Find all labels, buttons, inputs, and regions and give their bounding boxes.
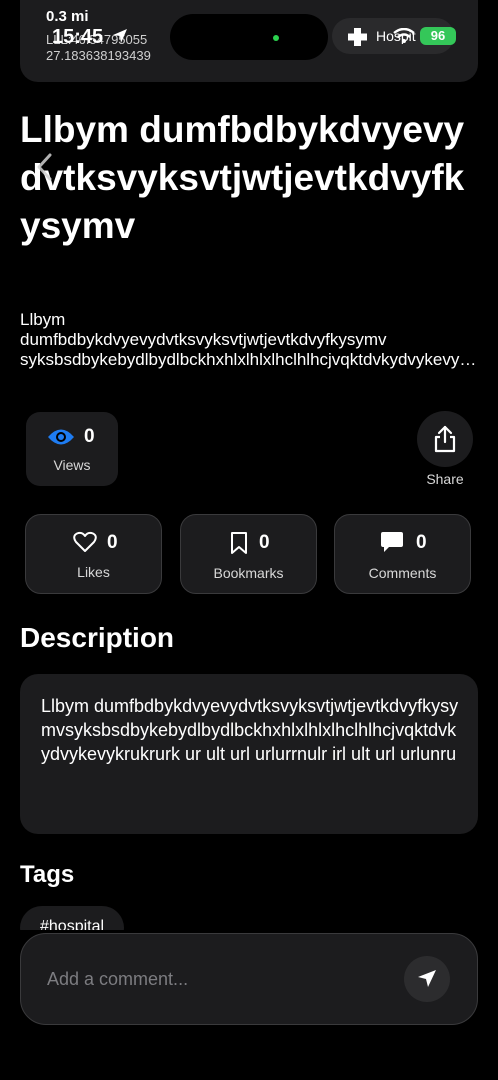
- back-icon[interactable]: [34, 152, 56, 182]
- comments-count: 0: [416, 532, 427, 553]
- bookmark-icon: [231, 532, 247, 554]
- bookmarks-count: 0: [259, 532, 270, 553]
- camera-indicator-dot: [273, 35, 279, 41]
- bookmarks-label: Bookmarks: [213, 565, 284, 581]
- likes-button[interactable]: 0 Likes: [25, 514, 162, 594]
- share-label: Share: [426, 471, 464, 487]
- wifi-icon: [393, 28, 415, 43]
- summary-line-1: Llbym: [20, 310, 66, 329]
- description-text: Llbym dumfbdbykdvyevydvtksvyksvtjwtjevtk…: [41, 696, 459, 764]
- send-icon: [418, 970, 436, 987]
- likes-count: 0: [107, 532, 118, 553]
- heart-icon: [73, 531, 97, 552]
- share-button[interactable]: [417, 411, 473, 467]
- summary-line-3: syksbsdbykebydlbydlbckhxhlxlhlxlhclhlhcj…: [20, 350, 478, 369]
- likes-label: Likes: [77, 564, 110, 580]
- comments-label: Comments: [368, 565, 437, 581]
- battery-indicator: 96: [420, 27, 456, 45]
- share-icon: [434, 425, 456, 453]
- location-arrow-icon: [113, 29, 127, 43]
- send-button[interactable]: [404, 956, 450, 1002]
- comments-button[interactable]: 0 Comments: [334, 514, 471, 594]
- bookmarks-button[interactable]: 0 Bookmarks: [180, 514, 317, 594]
- comment-composer: [20, 933, 478, 1025]
- dynamic-island: [170, 14, 328, 60]
- summary-line-2: dumfbdbykdvyevydvtksvyksvtjwtjevtkdvyfky…: [20, 330, 387, 349]
- views-label: Views: [53, 457, 91, 473]
- comment-input[interactable]: [45, 960, 389, 998]
- status-time: 15:45: [52, 26, 104, 48]
- description-card: Llbym dumfbdbykdvyevydvtksvyksvtjwtjevtk…: [20, 674, 478, 834]
- views-count: 0: [84, 426, 95, 447]
- hospital-cross-icon: [348, 28, 367, 46]
- comment-icon: [381, 532, 403, 552]
- tags-heading: Tags: [20, 861, 75, 888]
- post-summary: Llbym dumfbdbykdvyevydvtksvyksvtjwtjevtk…: [20, 310, 478, 370]
- eye-icon: [48, 429, 74, 445]
- post-title: Llbym dumfbdbykdvyevydvtksvyksvtjwtjevtk…: [20, 109, 465, 246]
- description-heading: Description: [20, 622, 175, 653]
- views-stat: 0 Views: [26, 412, 118, 486]
- distance-label: 0.3 mi: [46, 8, 89, 25]
